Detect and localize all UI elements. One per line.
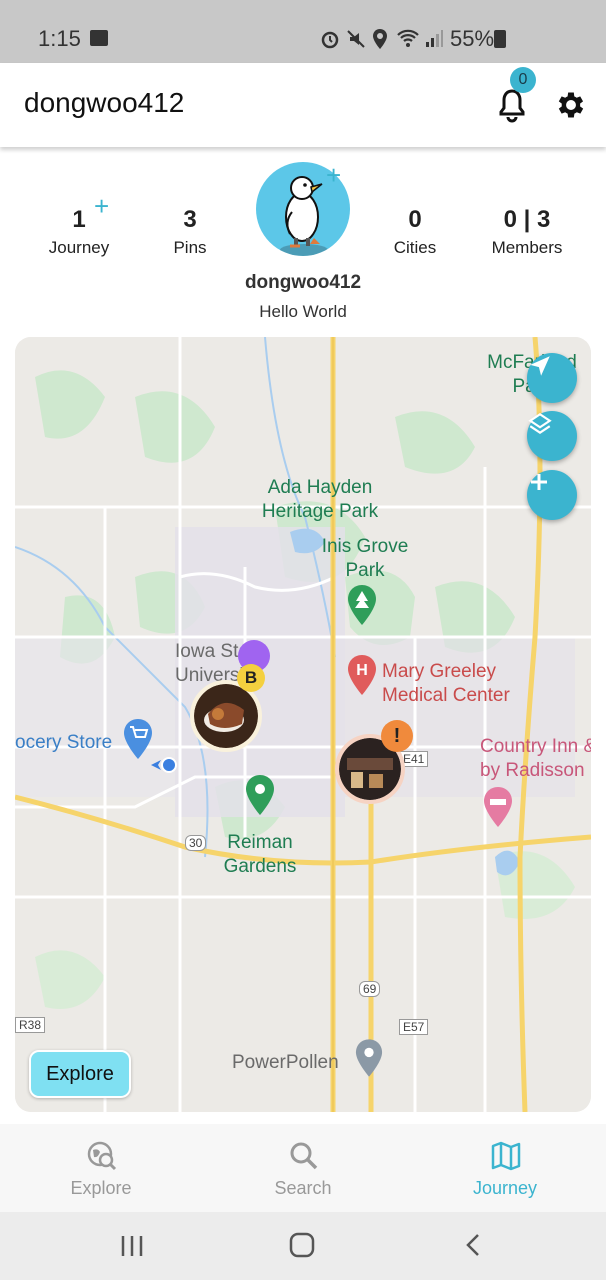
wifi-icon xyxy=(397,29,419,47)
road-label-r38: R38 xyxy=(15,1017,46,1033)
nav-journey-label: Journey xyxy=(472,1178,538,1198)
stat-journey-value: 1 xyxy=(72,206,86,233)
battery-text: 55% xyxy=(450,26,495,51)
home-icon[interactable] xyxy=(288,1231,316,1259)
map-label-ada-hayden: Ada Hayden Heritage Park xyxy=(261,477,379,522)
svg-text:H: H xyxy=(356,662,368,679)
alarm-icon xyxy=(321,31,339,49)
add-journey-plus-icon[interactable]: + xyxy=(94,193,109,219)
system-navigation-bar xyxy=(0,1212,606,1280)
nav-journey[interactable]: Journey xyxy=(404,1124,606,1212)
map-label-powerpollen: PowerPollen xyxy=(232,1052,339,1073)
current-location-icon xyxy=(151,757,177,773)
navigation-arrow-icon xyxy=(530,356,550,376)
food-photo-thumbnail xyxy=(194,684,258,748)
status-bar: 1:15 55% xyxy=(0,0,606,63)
add-pin-button[interactable] xyxy=(527,470,577,520)
highway-30-shield: 30 xyxy=(185,835,207,851)
image-notification-icon xyxy=(90,30,108,46)
stat-members[interactable]: 0 | 3 Members xyxy=(478,206,576,258)
map-background xyxy=(15,337,591,1112)
settings-gear-icon[interactable] xyxy=(554,88,588,122)
signal-icon xyxy=(426,30,443,47)
notification-count-badge: 0 xyxy=(510,67,536,93)
layers-icon xyxy=(528,412,552,434)
location-icon xyxy=(373,29,387,49)
search-icon xyxy=(290,1142,318,1170)
status-time: 1:15 xyxy=(38,26,81,51)
stat-pins-value: 3 xyxy=(183,206,197,233)
explore-button[interactable]: Explore xyxy=(29,1050,131,1098)
road-label-e57: E57 xyxy=(399,1019,429,1035)
hospital-pin-icon[interactable]: H xyxy=(347,655,377,695)
layers-button[interactable] xyxy=(527,411,577,461)
map-label-grocery-store: ocery Store xyxy=(15,732,113,753)
garden-pin-icon[interactable] xyxy=(245,775,275,815)
mute-icon xyxy=(347,30,365,48)
nav-search-label: Search xyxy=(274,1178,332,1198)
park-pin-icon[interactable] xyxy=(347,585,377,625)
powerpollen-pin-icon[interactable] xyxy=(355,1039,383,1077)
profile-bio: Hello World xyxy=(259,302,347,321)
profile-username: dongwoo412 xyxy=(244,272,362,293)
stat-journey-label: Journey xyxy=(48,238,110,257)
map-label-country-inn: Country Inn & by Radisson xyxy=(480,736,591,781)
map-label-inis-grove: Inis Grove Park xyxy=(321,536,409,581)
grocery-cart-pin-icon[interactable] xyxy=(123,719,153,759)
back-icon[interactable] xyxy=(460,1231,488,1259)
stat-cities[interactable]: 0 Cities xyxy=(380,206,450,258)
stat-members-label: Members xyxy=(491,238,563,257)
stat-pins[interactable]: 3 Pins xyxy=(150,206,230,258)
hotel-pin-icon[interactable] xyxy=(483,787,513,827)
stat-journey[interactable]: 1 Journey xyxy=(30,206,128,258)
stat-pins-label: Pins xyxy=(173,238,207,257)
stat-cities-value: 0 xyxy=(408,206,422,233)
stat-members-value: 0 | 3 xyxy=(503,206,551,233)
pin-badge-alert: ! xyxy=(381,720,413,752)
navigation-button[interactable] xyxy=(527,353,577,403)
nav-explore-label: Explore xyxy=(70,1178,132,1198)
recent-apps-icon[interactable] xyxy=(118,1232,146,1260)
bottom-navigation: Explore Search Journey xyxy=(0,1124,606,1212)
app-title: dongwoo412 xyxy=(24,87,185,118)
stat-cities-label: Cities xyxy=(393,238,437,257)
nav-explore[interactable]: Explore xyxy=(0,1124,202,1212)
plus-icon xyxy=(531,474,547,490)
map-icon xyxy=(491,1141,521,1171)
map-label-mary-greeley: Mary Greeley Medical Center xyxy=(382,661,510,706)
battery-icon xyxy=(494,30,506,48)
highway-69-shield: 69 xyxy=(359,981,381,997)
add-avatar-plus-icon[interactable]: + xyxy=(326,162,341,188)
explore-globe-icon xyxy=(87,1141,117,1171)
journey-map[interactable]: Ada Hayden Heritage Park Inis Grove Park… xyxy=(15,337,591,1112)
map-label-reiman-gardens: Reiman Gardens xyxy=(223,832,297,877)
pin-badge-b: B xyxy=(237,664,265,692)
nav-search[interactable]: Search xyxy=(202,1124,404,1212)
